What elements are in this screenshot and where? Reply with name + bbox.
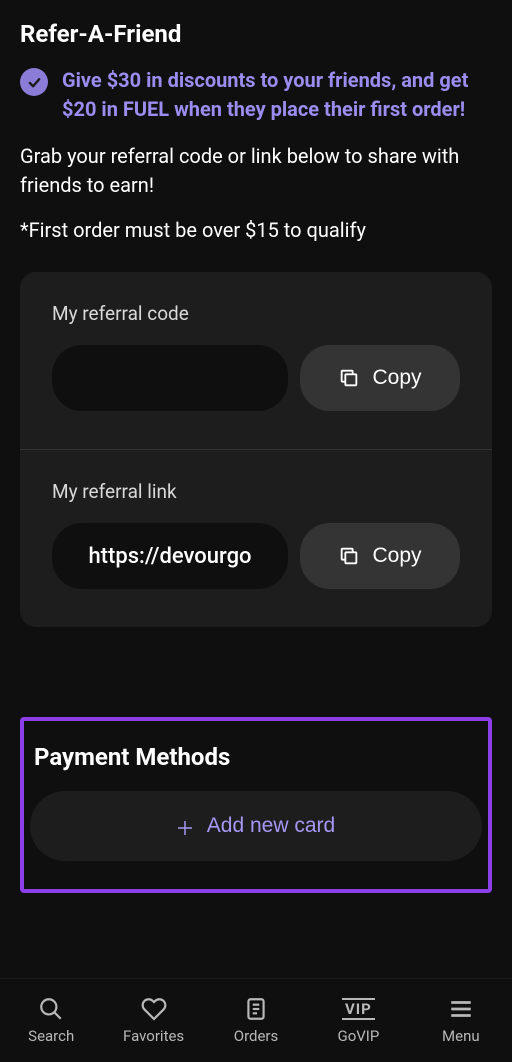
plus-icon	[177, 818, 193, 834]
copy-code-button[interactable]: Copy	[300, 345, 460, 411]
payment-methods-section: Payment Methods Add new card	[20, 717, 492, 893]
nav-favorites[interactable]: Favorites	[102, 979, 204, 1062]
nav-orders-label: Orders	[234, 1027, 279, 1045]
add-card-label: Add new card	[207, 814, 335, 838]
referral-code-value[interactable]	[52, 345, 288, 411]
copy-link-button[interactable]: Copy	[300, 523, 460, 589]
hamburger-icon	[448, 996, 474, 1022]
nav-menu[interactable]: Menu	[410, 979, 512, 1062]
referral-qualifier: *First order must be over $15 to qualify	[20, 218, 492, 242]
nav-search[interactable]: Search	[0, 979, 102, 1062]
referral-code-label: My referral code	[52, 302, 460, 325]
nav-search-label: Search	[28, 1027, 74, 1045]
referral-description: Grab your referral code or link below to…	[20, 142, 492, 200]
referral-link-label: My referral link	[52, 480, 460, 503]
referral-card: My referral code Copy My referral link	[20, 272, 492, 627]
heart-icon	[141, 996, 167, 1022]
referral-code-section: My referral code Copy	[20, 272, 492, 449]
check-icon	[20, 68, 48, 96]
referral-link-section: My referral link https://devourgo Copy	[20, 450, 492, 627]
copy-icon	[338, 545, 360, 567]
refer-a-friend-title: Refer-A-Friend	[20, 20, 492, 48]
nav-govip[interactable]: VIP GoVIP	[307, 979, 409, 1062]
copy-icon	[338, 367, 360, 389]
promo-text: Give $30 in discounts to your friends, a…	[62, 66, 492, 124]
search-icon	[38, 996, 64, 1022]
nav-menu-label: Menu	[442, 1027, 480, 1045]
copy-link-label: Copy	[372, 544, 421, 568]
nav-favorites-label: Favorites	[123, 1027, 184, 1045]
bottom-nav: Search Favorites Orders VIP GoVIP	[0, 978, 512, 1062]
add-new-card-button[interactable]: Add new card	[30, 791, 482, 861]
copy-code-label: Copy	[372, 366, 421, 390]
vip-icon: VIP	[345, 996, 371, 1022]
referral-link-value[interactable]: https://devourgo	[52, 523, 288, 589]
receipt-icon	[243, 996, 269, 1022]
nav-orders[interactable]: Orders	[205, 979, 307, 1062]
promo-row: Give $30 in discounts to your friends, a…	[20, 66, 492, 124]
payment-methods-title: Payment Methods	[30, 743, 482, 771]
nav-govip-label: GoVIP	[337, 1027, 379, 1045]
